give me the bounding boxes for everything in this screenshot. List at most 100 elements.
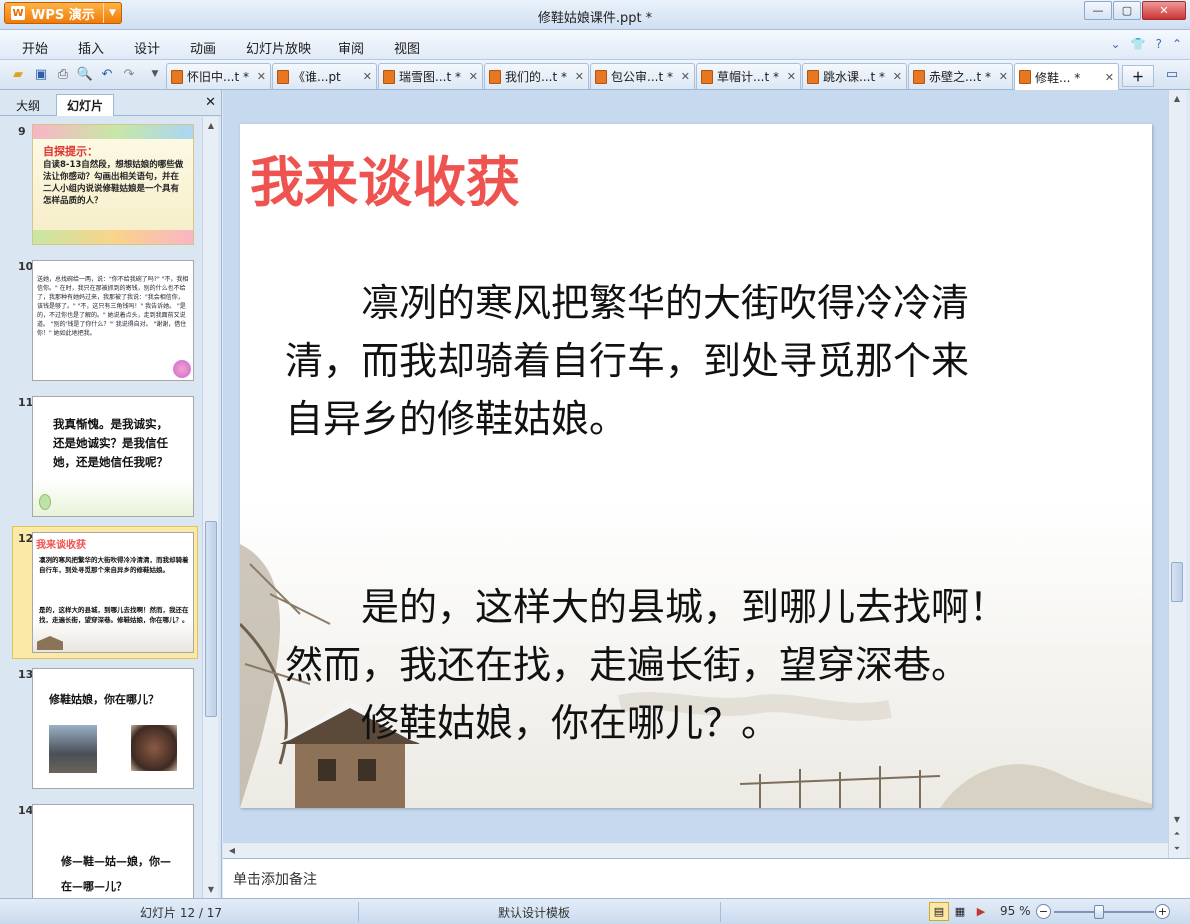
close-tab-icon[interactable]: ✕	[363, 70, 372, 83]
maximize-button[interactable]: ▢	[1113, 1, 1141, 20]
next-slide-icon[interactable]: ⏷	[1170, 842, 1184, 856]
ppt-file-icon	[1019, 70, 1031, 84]
scroll-up-icon[interactable]: ▲	[1170, 91, 1184, 105]
thumbnail-slide-13[interactable]: 修鞋姑娘，你在哪儿？	[32, 668, 194, 789]
thumbnail-slide-10[interactable]: 送她，总找碗给一两，说："你不给我碗了吗?" "不，我相信你。" 在时，我只在那…	[32, 260, 194, 381]
droplet-decoration	[39, 494, 51, 510]
scrollbar-thumb[interactable]	[1171, 562, 1183, 602]
zoom-out-icon[interactable]: −	[1036, 904, 1051, 919]
slideshow-icon[interactable]: ▶	[971, 902, 991, 921]
slide-editor: 我来谈收获 凛冽的寒风把繁华的大街吹得冷冷清 清，而我却骑着自行车，到处寻觅那个…	[223, 90, 1168, 858]
menu-animation[interactable]: 动画	[190, 38, 216, 57]
tab-slides[interactable]: 幻灯片	[56, 94, 115, 116]
thumbnail-slide-12[interactable]: 我来谈收获 凛冽的寒风把繁华的大街吹得冷冷清清，而我却骑着自行车，到处寻觅那个来…	[32, 532, 194, 653]
menu-slideshow[interactable]: 幻灯片放映	[246, 38, 311, 57]
slide-horizontal-scrollbar[interactable]: ◀	[223, 842, 1168, 858]
notes-pane[interactable]: 单击添加备注	[223, 858, 1190, 898]
slide-counter: 幻灯片 12 / 17	[140, 906, 223, 920]
paragraph-line: 修鞋姑娘，你在哪儿？。	[285, 701, 780, 745]
new-tab-button[interactable]: ＋	[1122, 65, 1154, 87]
thumbnail-list: 9 自探提示： 自读8-13自然段，想想姑娘的哪些做法让你感动？勾画出相关语句，…	[0, 117, 202, 898]
window-list-icon[interactable]: ▭	[1164, 66, 1180, 82]
chevron-down-icon[interactable]: ⌄	[1111, 37, 1121, 51]
normal-view-icon[interactable]: ▤	[929, 902, 949, 921]
doc-tab-6[interactable]: 草帽计...t * ✕	[696, 63, 801, 89]
close-panel-icon[interactable]: ✕	[205, 95, 216, 110]
menu-home[interactable]: 开始	[22, 38, 48, 57]
close-tab-icon[interactable]: ✕	[469, 70, 478, 83]
scroll-down-icon[interactable]: ▼	[1170, 812, 1184, 826]
thumbnail-slide-11[interactable]: 我真惭愧。是我诚实，还是她诚实？是我信任她，还是她信任我呢？	[32, 396, 194, 517]
current-slide[interactable]: 我来谈收获 凛冽的寒风把繁华的大街吹得冷冷清 清，而我却骑着自行车，到处寻觅那个…	[240, 124, 1152, 808]
open-folder-icon[interactable]: ▰	[10, 66, 26, 82]
close-tab-icon[interactable]: ✕	[787, 70, 796, 83]
print-preview-icon[interactable]: 🔍	[77, 66, 93, 82]
slide-sorter-icon[interactable]: ▦	[950, 902, 970, 921]
paragraph-line: 凛冽的寒风把繁华的大街吹得冷冷清	[285, 281, 970, 325]
scroll-up-icon[interactable]: ▲	[204, 118, 218, 132]
close-window-button[interactable]: ✕	[1142, 1, 1186, 20]
notes-placeholder: 单击添加备注	[233, 872, 317, 888]
scrollbar-thumb[interactable]	[205, 521, 217, 717]
thumbnail-slide-9[interactable]: 自探提示： 自读8-13自然段，想想姑娘的哪些做法让你感动？勾画出相关语句，并在…	[32, 124, 194, 245]
customize-toolbar-icon[interactable]: ▼	[147, 66, 163, 82]
scroll-left-icon[interactable]: ◀	[225, 843, 239, 857]
paragraph-line: 清，而我却骑着自行车，到处寻觅那个来	[285, 339, 970, 383]
doc-tab-5[interactable]: 包公审...t * ✕	[590, 63, 695, 89]
zoom-slider-knob[interactable]	[1094, 905, 1104, 919]
slide-title[interactable]: 我来谈收获	[250, 138, 520, 217]
tab-outline[interactable]: 大纲	[6, 94, 50, 116]
doc-tab-active[interactable]: 修鞋... * ✕	[1014, 63, 1119, 90]
zoom-in-icon[interactable]: +	[1155, 904, 1170, 919]
doc-tab-8[interactable]: 赤壁之...t * ✕	[908, 63, 1013, 89]
redo-icon[interactable]: ↷	[121, 66, 137, 82]
ppt-file-icon	[383, 69, 395, 84]
thumbnail-number: 9	[18, 125, 26, 138]
flower-decoration	[173, 360, 191, 378]
paragraph-line: 然而，我还在找，走遍长街，望穿深巷。	[285, 643, 970, 687]
close-tab-icon[interactable]: ✕	[893, 70, 902, 83]
zoom-slider-track[interactable]	[1054, 911, 1154, 913]
menu-bar: 开始 插入 设计 动画 幻灯片放映 审阅 视图 ⌄ 👕 ? ⌃	[0, 30, 1190, 60]
close-tab-icon[interactable]: ✕	[999, 70, 1008, 83]
menu-review[interactable]: 审阅	[338, 38, 364, 57]
close-tab-icon[interactable]: ✕	[575, 70, 584, 83]
ppt-file-icon	[277, 69, 289, 84]
save-icon[interactable]: ▣	[33, 66, 49, 82]
ribbon-toggle-icon[interactable]: ⌃	[1172, 37, 1182, 51]
paragraph-line: 自异乡的修鞋姑娘。	[285, 397, 628, 441]
scroll-down-icon[interactable]: ▼	[204, 882, 218, 896]
slide-vertical-scrollbar[interactable]: ▲ ▼ ⏶ ⏷	[1168, 90, 1186, 858]
paragraph-line: 是的，这样大的县城，到哪儿去找啊！	[285, 585, 1008, 629]
close-tab-icon[interactable]: ✕	[1105, 71, 1114, 84]
design-template-name: 默认设计模板	[498, 906, 571, 920]
skin-icon[interactable]: 👕	[1131, 37, 1146, 51]
menu-design[interactable]: 设计	[134, 38, 160, 57]
minimize-button[interactable]: —	[1084, 1, 1112, 20]
street-photo	[49, 725, 97, 773]
slide-paragraph-2[interactable]: 是的，这样大的县城，到哪儿去找啊！ 然而，我还在找，走遍长街，望穿深巷。 修鞋姑…	[285, 578, 1007, 752]
thumbnail-slide-14[interactable]: 修—鞋—姑—娘，你—在—哪—儿？	[32, 804, 194, 898]
undo-icon[interactable]: ↶	[99, 66, 115, 82]
close-tab-icon[interactable]: ✕	[257, 70, 266, 83]
ppt-file-icon	[913, 69, 925, 84]
slides-panel: 大纲 幻灯片 ✕ 9 自探提示： 自读8-13自然段，想想姑娘的哪些做法让你感动…	[0, 90, 222, 898]
window-title: 修鞋姑娘课件.ppt *	[537, 11, 653, 26]
menu-view[interactable]: 视图	[394, 38, 420, 57]
doc-tab-3[interactable]: 瑞雪图...t * ✕	[378, 63, 483, 89]
zoom-level: 95 %	[1000, 904, 1031, 918]
doc-tab-2[interactable]: 《谁...pt ✕	[272, 63, 377, 89]
previous-slide-icon[interactable]: ⏶	[1170, 827, 1184, 841]
doc-tab-4[interactable]: 我们的...t * ✕	[484, 63, 589, 89]
slide-paragraph-1[interactable]: 凛冽的寒风把繁华的大街吹得冷冷清 清，而我却骑着自行车，到处寻觅那个来 自异乡的…	[285, 274, 969, 448]
menu-insert[interactable]: 插入	[78, 38, 104, 57]
shoes-photo	[131, 725, 177, 771]
print-icon[interactable]: ⎙	[55, 66, 71, 82]
ppt-file-icon	[171, 69, 183, 84]
help-icon[interactable]: ?	[1156, 37, 1162, 51]
close-tab-icon[interactable]: ✕	[681, 70, 690, 83]
doc-tab-7[interactable]: 跳水课...t * ✕	[802, 63, 907, 89]
doc-tab-1[interactable]: 怀旧中...t * ✕	[166, 63, 271, 89]
thumbnail-scrollbar[interactable]: ▲ ▼	[202, 117, 218, 898]
title-bar: W WPS 演示 ▼ 修鞋姑娘课件.ppt * — ▢ ✕	[0, 0, 1190, 30]
